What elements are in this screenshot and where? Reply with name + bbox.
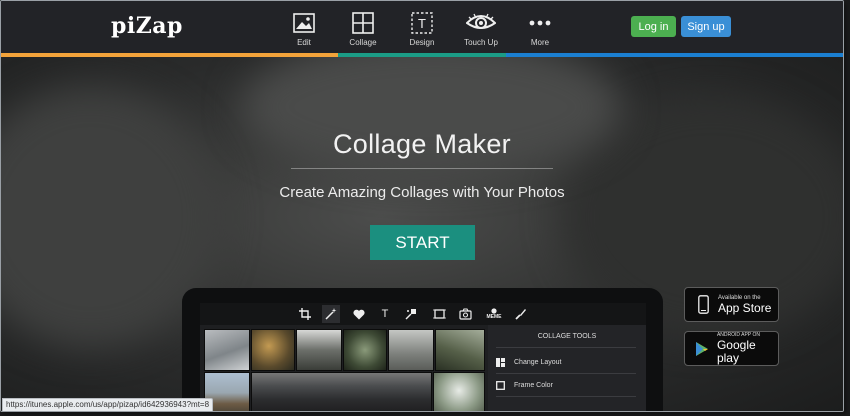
heart-icon[interactable] xyxy=(350,305,368,323)
collage-thumbnail[interactable] xyxy=(251,329,295,371)
status-bar-url: https://itunes.apple.com/us/app/pizap/id… xyxy=(2,398,214,411)
panel-divider xyxy=(496,396,636,397)
meme-icon[interactable]: MEME xyxy=(482,305,506,323)
collage-thumbnail[interactable] xyxy=(204,329,250,371)
laptop-preview: T MEME COLLAGE TOOLS Change Layout Frame… xyxy=(182,288,663,411)
text-icon[interactable]: T xyxy=(376,305,394,323)
collage-grid-icon xyxy=(335,11,391,35)
panel-divider xyxy=(496,347,636,348)
editor-toolbar: T MEME xyxy=(200,303,646,325)
hero-section: Collage Maker Create Amazing Collages wi… xyxy=(1,57,843,411)
svg-text:T: T xyxy=(418,16,426,31)
page-title: Collage Maker xyxy=(333,129,511,159)
photo-icon[interactable] xyxy=(456,305,474,323)
nav-touch-up-label: Touch Up xyxy=(464,38,498,47)
collage-thumbnail[interactable] xyxy=(433,372,485,411)
nav-collage-label: Collage xyxy=(349,38,377,47)
collage-main-photo[interactable] xyxy=(251,372,432,411)
browser-viewport: piZap Edit Collage T Design Touch Up Mor… xyxy=(0,0,844,412)
collage-thumbnail[interactable] xyxy=(388,329,434,371)
nav-more[interactable]: More xyxy=(512,11,568,47)
frame-color-item[interactable]: Frame Color xyxy=(496,378,553,392)
nav-design-label: Design xyxy=(409,38,435,47)
nav-edit[interactable]: Edit xyxy=(276,11,332,47)
nav-collage[interactable]: Collage xyxy=(335,11,391,47)
meme-label: MEME xyxy=(486,314,502,320)
top-nav: piZap Edit Collage T Design Touch Up Mor… xyxy=(1,1,843,53)
start-button[interactable]: START xyxy=(370,225,475,260)
text-frame-icon: T xyxy=(394,11,450,35)
google-play-badge[interactable]: ANDROID APP ON Google play xyxy=(684,331,779,366)
collage-tools-title: COLLAGE TOOLS xyxy=(537,333,597,340)
change-layout-label: Change Layout xyxy=(514,358,562,366)
panel-divider xyxy=(496,373,636,374)
phone-icon xyxy=(692,295,714,314)
google-play-big-text: Google play xyxy=(716,338,756,365)
collage-thumbnail[interactable] xyxy=(435,329,485,371)
login-button[interactable]: Log in xyxy=(631,16,676,37)
collage-tools-panel: COLLAGE TOOLS Change Layout Frame Color xyxy=(488,325,646,411)
play-icon xyxy=(692,341,713,357)
signup-button[interactable]: Sign up xyxy=(681,16,731,37)
nav-more-label: More xyxy=(530,38,550,47)
page-subtitle: Create Amazing Collages with Your Photos xyxy=(279,184,565,201)
title-divider xyxy=(291,168,553,169)
nav-touch-up[interactable]: Touch Up xyxy=(453,11,509,47)
crop-icon[interactable] xyxy=(296,305,314,323)
collage-thumbnail[interactable] xyxy=(296,329,342,371)
image-icon xyxy=(276,11,332,35)
magic-wand-icon[interactable] xyxy=(322,305,340,323)
frame-icon[interactable] xyxy=(430,305,448,323)
more-dots-icon xyxy=(512,11,568,35)
collage-thumbnail[interactable] xyxy=(343,329,387,371)
eye-icon xyxy=(453,11,509,35)
app-store-big-text: App Store xyxy=(718,300,772,315)
nav-design[interactable]: T Design xyxy=(394,11,450,47)
change-layout-item[interactable]: Change Layout xyxy=(496,355,561,369)
brush-icon[interactable] xyxy=(512,305,530,323)
nav-edit-label: Edit xyxy=(297,38,311,47)
square-icon xyxy=(496,380,505,390)
app-store-badge[interactable]: Available on the App Store xyxy=(684,287,779,322)
app-screen: T MEME COLLAGE TOOLS Change Layout Frame… xyxy=(200,303,646,411)
layout-icon xyxy=(496,357,505,367)
frame-color-label: Frame Color xyxy=(514,381,553,389)
paint-icon[interactable] xyxy=(402,305,420,323)
pizap-logo[interactable]: piZap xyxy=(111,13,183,39)
